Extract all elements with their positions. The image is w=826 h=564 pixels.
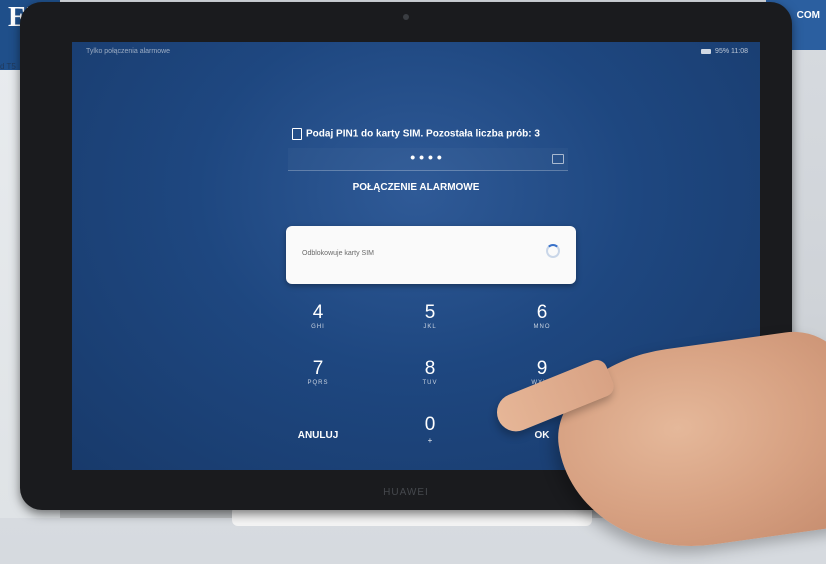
cancel-button[interactable]: ANULUJ <box>262 408 374 464</box>
loading-spinner-icon <box>546 244 560 258</box>
key-digit: 8 <box>424 358 436 379</box>
camera-icon <box>403 14 409 20</box>
key-7[interactable]: 7 PQRS <box>262 352 374 408</box>
key-6[interactable]: 6 MNO <box>486 296 598 352</box>
cancel-label: ANULUJ <box>297 430 339 441</box>
status-battery-time: 95% 11:08 <box>715 48 748 55</box>
background-right-text: COM <box>796 10 820 21</box>
key-digit: 6 <box>536 302 548 323</box>
key-digit: 0 <box>424 414 436 435</box>
key-8[interactable]: 8 TUV <box>374 352 486 408</box>
key-digit: 4 <box>312 302 324 323</box>
key-4[interactable]: 4 GHI <box>262 296 374 352</box>
key-letters: PQRS <box>307 380 329 386</box>
unlocking-sim-text: Odblokowuje karty SIM <box>302 250 374 257</box>
key-letters: GHI <box>311 324 325 330</box>
key-5[interactable]: 5 JKL <box>374 296 486 352</box>
key-plus: + <box>427 436 433 445</box>
background-tag: d T5 <box>0 62 16 71</box>
key-letters: JKL <box>423 324 437 330</box>
key-digit: 5 <box>424 302 436 323</box>
unlocking-sim-dialog: Odblokowuje karty SIM <box>286 226 576 284</box>
key-0[interactable]: 0 + <box>374 408 486 464</box>
key-letters: MNO <box>533 324 551 330</box>
backspace-icon[interactable] <box>552 154 564 164</box>
key-digit: 7 <box>312 358 324 379</box>
battery-icon <box>701 48 712 54</box>
pin-dots: •••• <box>410 149 446 165</box>
key-letters: TUV <box>422 380 438 386</box>
emergency-call-button[interactable]: POŁĄCZENIE ALARMOWE <box>72 182 760 193</box>
status-emergency-only: Tylko połączenia alarmowe <box>86 48 171 55</box>
status-indicators: 95% 11:08 <box>699 48 748 55</box>
pin-prompt-text: Podaj PIN1 do karty SIM. Pozostała liczb… <box>306 128 540 140</box>
pin-input[interactable]: •••• <box>288 148 568 171</box>
pin-prompt: Podaj PIN1 do karty SIM. Pozostała liczb… <box>72 128 760 140</box>
sim-card-icon <box>292 128 303 140</box>
